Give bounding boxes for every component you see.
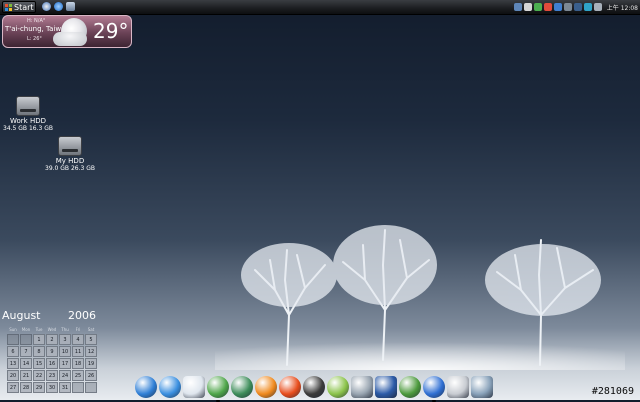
media-icon[interactable] [255,376,277,398]
quick-launch [42,2,75,12]
weekday-label: Sun [9,327,17,332]
calendar-day[interactable]: 16 [46,358,58,369]
desktop-icon-label: My HDD [55,157,85,165]
weekday-label: Sat [87,327,95,332]
weekday-label: Mon [21,327,31,332]
monitor-icon[interactable] [563,3,572,11]
itunes-icon[interactable] [303,376,325,398]
windows-media-icon[interactable] [42,2,51,11]
start-button[interactable]: Start [2,1,36,13]
desktop-icon[interactable] [66,2,75,11]
weather-temperature: 29° [93,19,129,43]
calendar-day[interactable]: 10 [59,346,71,357]
power-icon[interactable] [593,3,602,11]
calendar-day[interactable]: 20 [7,370,19,381]
calendar-header: August 2006 [2,309,98,323]
weather-city: T'ai-chung, Taiw [5,25,62,33]
calendar-day [20,334,32,345]
calendar-day[interactable]: 27 [7,382,19,393]
weather-low: L: 26° [27,36,42,42]
desktop-icon-label: Work HDD [10,117,46,125]
mail-icon[interactable] [183,376,205,398]
calendar-day[interactable]: 18 [72,358,84,369]
calendar-gadget[interactable]: August 2006 Sun Mon Tue Wed Thu Fri Sat … [2,309,98,393]
weekday-label: Fri [75,327,81,332]
desktop-icon-work-hdd[interactable]: Work HDD 34.5 GB 16.3 GB [2,96,54,133]
calendar-day[interactable]: 5 [85,334,97,345]
trash-icon[interactable] [471,376,493,398]
winter-trees-wallpaper [215,225,625,370]
music-note-icon[interactable] [327,376,349,398]
internet-explorer-icon[interactable] [159,376,181,398]
safari-icon[interactable] [135,376,157,398]
network-icon[interactable] [513,3,522,11]
windows-logo-icon [5,3,12,11]
start-label: Start [14,2,34,12]
watermark-text: #281069 [591,386,634,397]
update-icon[interactable] [553,3,562,11]
messenger-icon[interactable] [207,376,229,402]
calendar-day[interactable]: 7 [20,346,32,357]
calendar-year: 2006 [68,309,96,322]
calendar-day[interactable]: 19 [85,358,97,369]
hard-drive-icon [58,136,82,156]
calendar-day[interactable]: 1 [33,334,45,345]
calendar-day[interactable]: 29 [33,382,45,393]
firefox-icon[interactable] [279,376,301,398]
calendar-day[interactable]: 9 [46,346,58,357]
calendar-day[interactable]: 21 [20,370,32,381]
calendar-day [72,382,84,393]
cloud-icon [53,32,87,46]
film-reel-icon[interactable] [351,376,373,398]
calendar-weekdays: Sun Mon Tue Wed Thu Fri Sat [7,327,98,332]
tools-icon[interactable] [423,376,445,402]
calendar-day[interactable]: 3 [59,334,71,345]
weekday-label: Thu [61,327,69,332]
weather-gadget[interactable]: H: N/A° T'ai-chung, Taiw L: 26° 29° [2,15,132,48]
messenger-icon[interactable] [533,3,542,11]
sync-icon[interactable] [583,3,592,11]
paint-icon[interactable] [375,376,397,398]
calendar-day[interactable]: 22 [33,370,45,381]
calendar-day[interactable]: 23 [46,370,58,381]
weekday-label: Wed [47,327,57,332]
calendar-day[interactable]: 12 [85,346,97,357]
internet-explorer-icon[interactable] [54,2,63,11]
calendar-day[interactable]: 2 [46,334,58,345]
globe-icon[interactable] [399,376,421,398]
desktop-icon-size: 34.5 GB 16.3 GB [3,125,53,132]
calendar-day[interactable]: 11 [72,346,84,357]
calendar-grid: 1 2 3 4 5 6 7 8 9 10 11 12 13 14 15 16 17 18 19 20 21 22 23 24 2… [7,334,98,393]
calendar-day[interactable]: 24 [59,370,71,381]
calendar-day[interactable]: 4 [72,334,84,345]
calendar-day[interactable]: 8 [33,346,45,357]
desktop-icon-size: 39.0 GB 26.3 GB [45,165,95,172]
calendar-day[interactable]: 13 [7,358,19,369]
system-tray: 上午 12:08 [513,1,638,13]
calendar-day[interactable]: 14 [20,358,32,369]
calendar-day[interactable]: 26 [85,370,97,381]
calendar-day [85,382,97,393]
calendar-day[interactable]: 31 [59,382,71,393]
weather-high: H: N/A° [27,18,46,24]
calendar-day[interactable]: 25 [72,370,84,381]
dock [135,370,493,402]
calendar-month: August [2,309,41,322]
security-icon[interactable] [543,3,552,11]
display-icon[interactable] [573,3,582,11]
calendar-day[interactable]: 15 [33,358,45,369]
calendar-day[interactable]: 6 [7,346,19,357]
settings-icon[interactable] [447,376,469,398]
desktop-icon-my-hdd[interactable]: My HDD 39.0 GB 26.3 GB [44,136,96,173]
taskbar: Start 上午 12:08 [0,0,640,15]
calendar-day[interactable]: 28 [20,382,32,393]
weekday-label: Tue [35,327,43,332]
clock[interactable]: 上午 12:08 [607,3,638,12]
volume-icon[interactable] [523,3,532,11]
calendar-day[interactable]: 17 [59,358,71,369]
calendar-day[interactable]: 30 [46,382,58,393]
calendar-day [7,334,19,345]
feather-icon[interactable] [231,376,253,398]
hard-drive-icon [16,96,40,116]
